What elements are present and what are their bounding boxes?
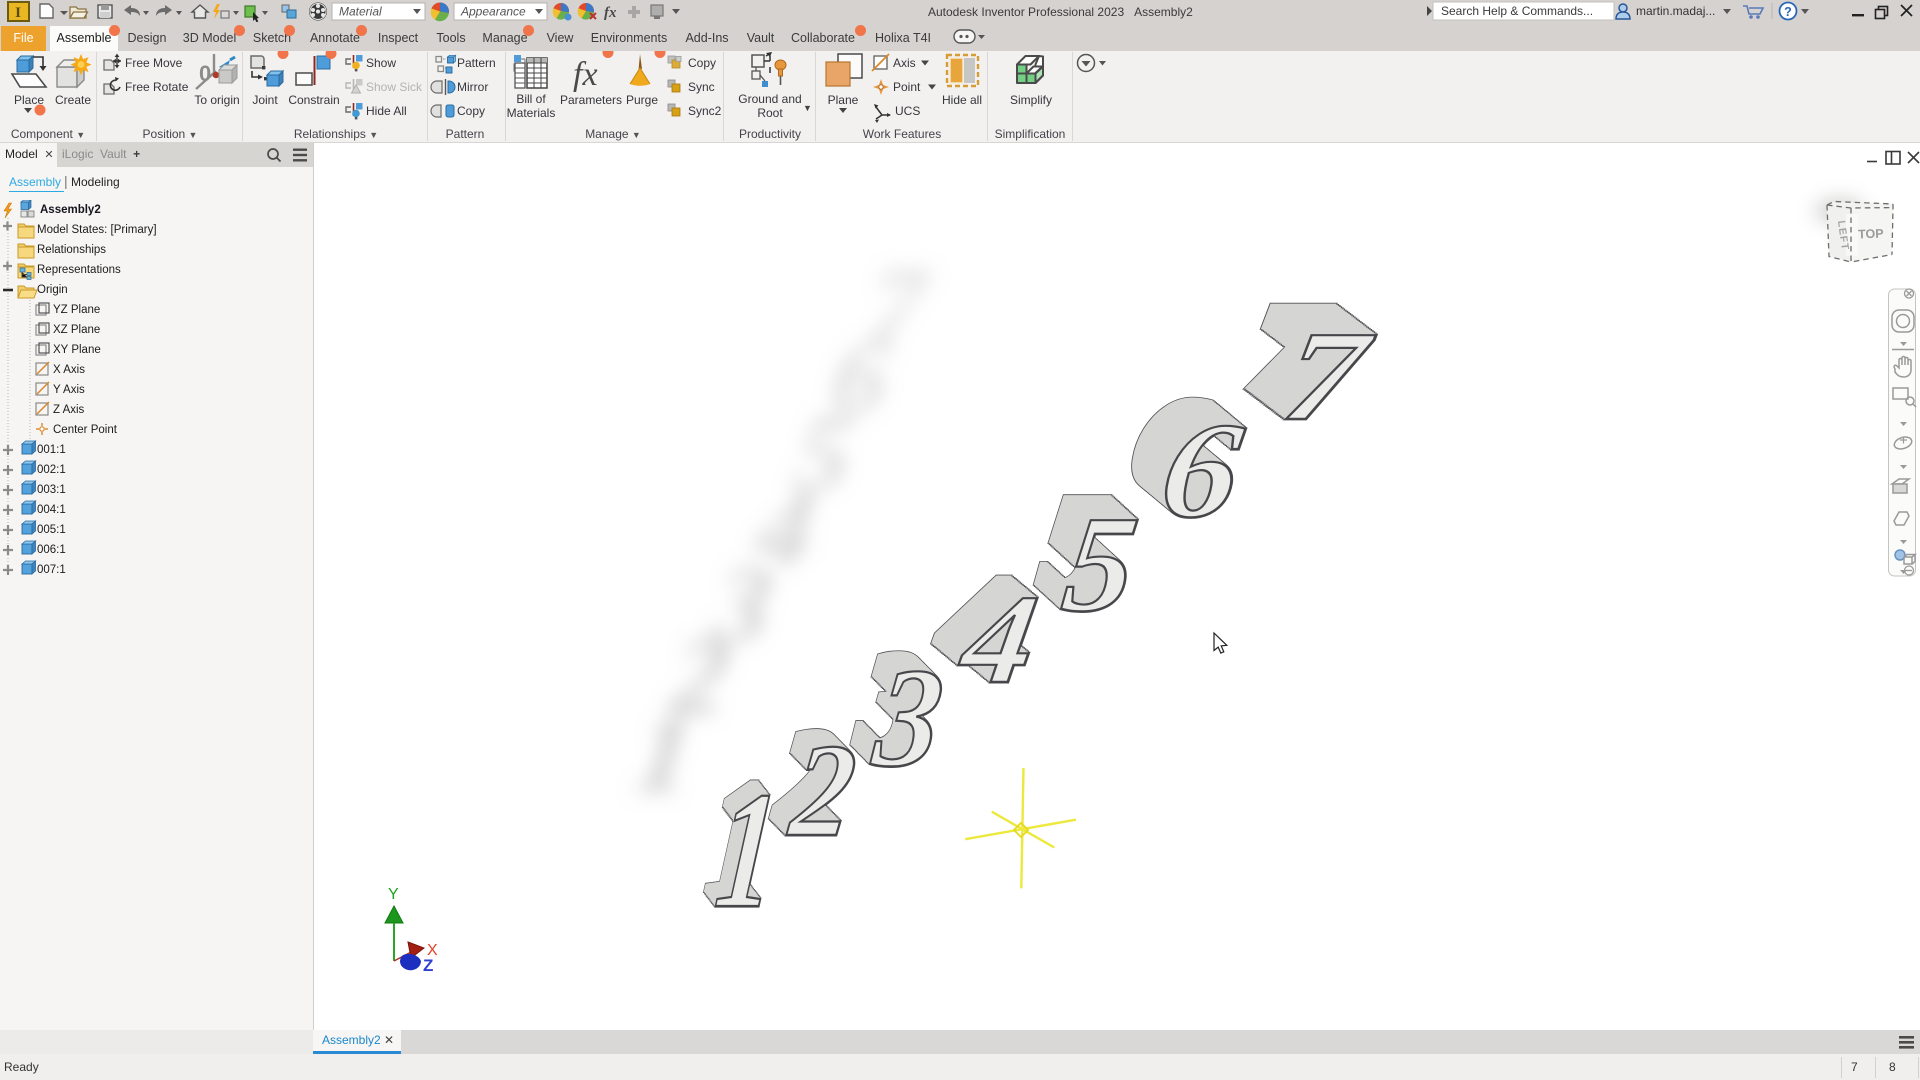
svg-text:Y: Y (388, 886, 399, 903)
svg-text:Appearance: Appearance (460, 5, 526, 19)
svg-text:fx: fx (604, 5, 617, 21)
svg-text:?: ? (1784, 5, 1792, 19)
svg-text:TOP: TOP (1858, 227, 1884, 242)
svg-text:Z: Z (423, 956, 433, 975)
svg-text:I: I (15, 5, 21, 21)
svg-text:Search Help & Commands...: Search Help & Commands... (1441, 4, 1593, 18)
svg-text:fx: fx (573, 56, 598, 93)
svg-text:martin.madaj...: martin.madaj... (1636, 4, 1715, 18)
svg-text:Material: Material (339, 5, 382, 19)
